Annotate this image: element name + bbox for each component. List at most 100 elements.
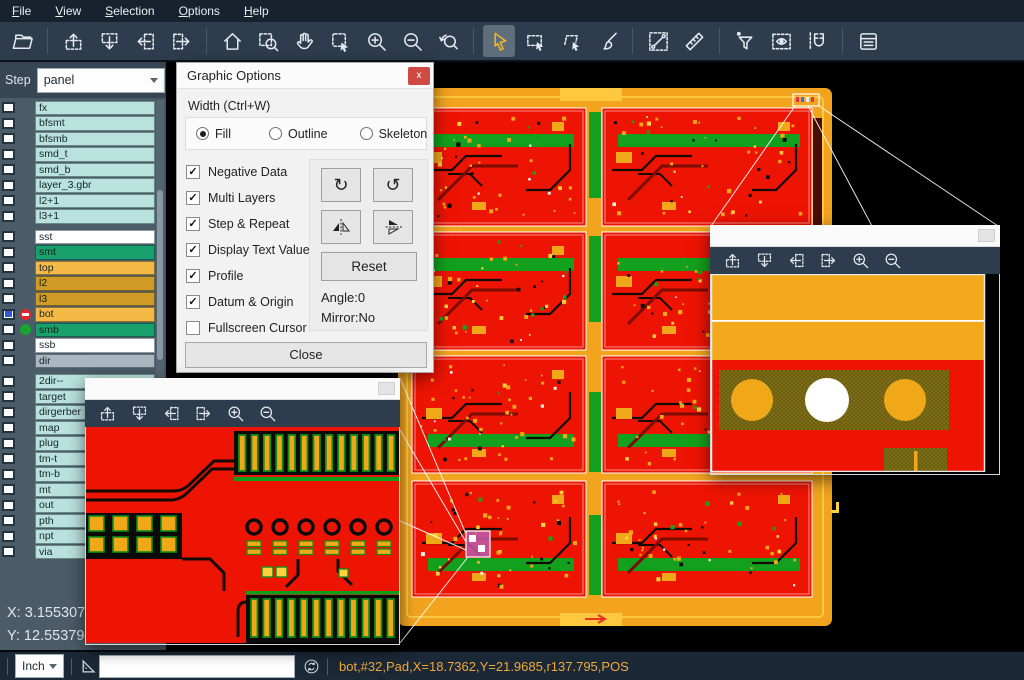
layer-smt[interactable]: smt [35, 245, 155, 260]
tool-pan-left[interactable] [129, 25, 161, 57]
layer-visibility-checkbox[interactable] [2, 407, 15, 418]
layer-visibility-checkbox[interactable] [2, 546, 15, 557]
layer-bfsmb[interactable]: bfsmb [35, 132, 155, 147]
layer-bot[interactable]: bot [35, 307, 155, 322]
layer-l2+1[interactable]: l2+1 [35, 194, 155, 209]
layer-visibility-checkbox[interactable] [2, 469, 15, 480]
layer-fx[interactable]: fx [35, 101, 155, 116]
layer-visibility-checkbox[interactable] [2, 340, 15, 351]
tool-select-cursor[interactable] [483, 25, 515, 57]
layer-visibility-checkbox[interactable] [2, 453, 15, 464]
layer-visibility-checkbox[interactable] [2, 309, 15, 320]
layer-bfsmt[interactable]: bfsmt [35, 116, 155, 131]
layer-visibility-checkbox[interactable] [2, 118, 15, 129]
layer-visibility-checkbox[interactable] [2, 102, 15, 113]
tool-home[interactable] [216, 25, 248, 57]
tool-zoom-window[interactable] [252, 25, 284, 57]
checkbox-datum-origin[interactable]: ✓Datum & Origin [186, 289, 310, 315]
checkbox-profile[interactable]: ✓Profile [186, 263, 310, 289]
mag-tool-pan-right[interactable] [190, 402, 216, 426]
tool-folder-open[interactable] [6, 25, 38, 57]
close-button[interactable]: Close [185, 342, 427, 368]
layer-sst[interactable]: sst [35, 230, 155, 245]
radio-outline[interactable]: Outline [269, 127, 328, 141]
tool-pan-down[interactable] [93, 25, 125, 57]
menu-view[interactable]: View [43, 0, 93, 22]
rotate-ccw-button[interactable]: ↺ [373, 168, 413, 202]
checkbox-display-text-value[interactable]: ✓Display Text Value [186, 237, 310, 263]
layer-top[interactable]: top [35, 261, 155, 276]
dialog-title[interactable]: Graphic Options [177, 63, 433, 89]
menu-options[interactable]: Options [167, 0, 232, 22]
checkbox-step-repeat[interactable]: ✓Step & Repeat [186, 211, 310, 237]
tool-zoom-previous[interactable] [432, 25, 464, 57]
layer-visibility-checkbox[interactable] [2, 149, 15, 160]
tool-view-eye[interactable] [765, 25, 797, 57]
layer-visibility-checkbox[interactable] [2, 391, 15, 402]
radio-skeleton[interactable]: Skeleton [360, 127, 428, 141]
magnifier-title-bar[interactable] [85, 378, 400, 400]
layer-layer_3.gbr[interactable]: layer_3.gbr [35, 178, 155, 193]
layer-visibility-checkbox[interactable] [2, 247, 15, 258]
tool-zoom-area-select[interactable] [324, 25, 356, 57]
layer-visibility-checkbox[interactable] [2, 231, 15, 242]
unit-combobox[interactable]: Inch [15, 654, 64, 678]
mag-tool-pan-up[interactable] [719, 249, 745, 273]
layer-l2[interactable]: l2 [35, 276, 155, 291]
checkbox-negative-data[interactable]: ✓Negative Data [186, 159, 310, 185]
tool-zoom-out[interactable] [396, 25, 428, 57]
layer-visibility-checkbox[interactable] [2, 500, 15, 511]
layer-visibility-checkbox[interactable] [2, 211, 15, 222]
mag-tool-pan-down[interactable] [751, 249, 777, 273]
layer-visibility-checkbox[interactable] [2, 278, 15, 289]
mag-tool-zoom-in[interactable] [847, 249, 873, 273]
tool-snap-magnet[interactable] [801, 25, 833, 57]
layer-visibility-checkbox[interactable] [2, 133, 15, 144]
rotate-cw-button[interactable]: ↻ [321, 168, 361, 202]
magnifier-view[interactable] [85, 427, 400, 645]
command-input[interactable] [99, 655, 295, 678]
step-combobox[interactable]: panel [37, 68, 165, 93]
layer-visibility-checkbox[interactable] [2, 438, 15, 449]
mag-tool-pan-up[interactable] [94, 402, 120, 426]
tool-ruler[interactable] [678, 25, 710, 57]
layer-visibility-checkbox[interactable] [2, 355, 15, 366]
layer-visibility-checkbox[interactable] [2, 376, 15, 387]
mag-tool-zoom-out[interactable] [879, 249, 905, 273]
mag-tool-pan-left[interactable] [158, 402, 184, 426]
layer-visibility-checkbox[interactable] [2, 195, 15, 206]
menu-help[interactable]: Help [232, 0, 281, 22]
tool-report-panel[interactable] [852, 25, 884, 57]
layer-smb[interactable]: smb [35, 323, 155, 338]
reset-button[interactable]: Reset [321, 252, 417, 281]
layer-visibility-checkbox[interactable] [2, 293, 15, 304]
close-icon[interactable]: x [408, 67, 430, 85]
layer-dir[interactable]: dir [35, 354, 155, 369]
layer-visibility-checkbox[interactable] [2, 484, 15, 495]
window-button[interactable] [378, 382, 395, 395]
scrollbar-thumb[interactable] [157, 190, 163, 360]
mag-tool-pan-down[interactable] [126, 402, 152, 426]
flip-horizontal-button[interactable] [321, 210, 361, 244]
layer-visibility-checkbox[interactable] [2, 180, 15, 191]
layer-visibility-checkbox[interactable] [2, 422, 15, 433]
checkbox-fullscreen-cursor[interactable]: Fullscreen Cursor [186, 315, 310, 341]
tool-pan-hand[interactable] [288, 25, 320, 57]
refresh-icon[interactable] [303, 658, 320, 675]
mag-tool-pan-left[interactable] [783, 249, 809, 273]
mag-tool-pan-right[interactable] [815, 249, 841, 273]
layer-l3+1[interactable]: l3+1 [35, 209, 155, 224]
radio-fill[interactable]: Fill [196, 127, 231, 141]
tool-pan-right[interactable] [165, 25, 197, 57]
layer-visibility-checkbox[interactable] [2, 262, 15, 273]
measure-angle-icon[interactable] [79, 656, 99, 676]
menu-file[interactable]: File [0, 0, 43, 22]
tool-measure-line[interactable] [642, 25, 674, 57]
layer-visibility-checkbox[interactable] [2, 515, 15, 526]
magnifier-title-bar[interactable] [710, 225, 1000, 247]
tool-clean-brush[interactable] [591, 25, 623, 57]
tool-pan-up[interactable] [57, 25, 89, 57]
tool-filter[interactable] [729, 25, 761, 57]
menu-selection[interactable]: Selection [93, 0, 166, 22]
mag-tool-zoom-in[interactable] [222, 402, 248, 426]
